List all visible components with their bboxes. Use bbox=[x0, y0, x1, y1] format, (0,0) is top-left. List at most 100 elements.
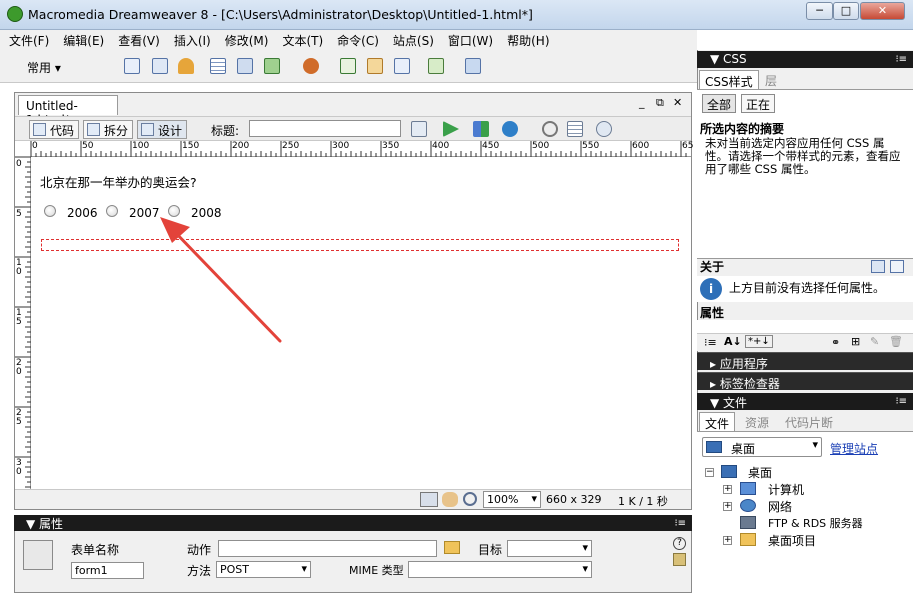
current-mode-button[interactable]: 正在 bbox=[741, 94, 776, 113]
document-toolbar: 代码 拆分 设计 标题: bbox=[15, 116, 691, 141]
page-title-input[interactable] bbox=[249, 120, 401, 137]
action-input[interactable] bbox=[218, 540, 437, 557]
panel-options-icon[interactable]: ⁝≡ bbox=[674, 518, 686, 529]
code-view-button[interactable]: 代码 bbox=[29, 120, 80, 139]
show-info-icon[interactable] bbox=[871, 260, 885, 273]
globe-icon[interactable] bbox=[502, 121, 518, 137]
menu-text[interactable]: 文本(T) bbox=[273, 30, 328, 49]
maximize-button[interactable]: □ bbox=[833, 2, 859, 20]
tree-item-desktop-items[interactable]: 桌面项目 bbox=[768, 532, 816, 549]
target-select[interactable] bbox=[507, 540, 592, 557]
tree-item-desktop[interactable]: 桌面 bbox=[748, 464, 772, 481]
named-anchor-icon[interactable] bbox=[178, 58, 194, 74]
manage-sites-link[interactable]: 管理站点 bbox=[830, 440, 878, 457]
date-icon[interactable] bbox=[340, 58, 356, 74]
hyperlink-icon[interactable] bbox=[124, 58, 140, 74]
zoom-tool-icon[interactable] bbox=[463, 492, 477, 506]
design-view-button[interactable]: 设计 bbox=[137, 120, 188, 139]
menu-bar: 文件(F) 编辑(E) 查看(V) 插入(I) 修改(M) 文本(T) 命令(C) 站点(S)… bbox=[0, 30, 697, 50]
view-options-icon[interactable] bbox=[567, 121, 583, 137]
tree-item-ftp[interactable]: FTP & RDS 服务器 bbox=[768, 515, 863, 531]
set-props-view-icon[interactable]: *+↓ bbox=[745, 335, 773, 348]
tab-files[interactable]: 文件 bbox=[699, 412, 736, 431]
method-select[interactable]: POST bbox=[216, 561, 311, 578]
menu-edit[interactable]: 编辑(E) bbox=[54, 30, 109, 49]
menu-modify[interactable]: 修改(M) bbox=[216, 30, 274, 49]
templates-icon[interactable] bbox=[428, 58, 444, 74]
tree-expand-network[interactable]: + bbox=[723, 502, 732, 511]
window-size[interactable]: 660 x 329 bbox=[546, 493, 602, 506]
email-link-icon[interactable] bbox=[152, 58, 168, 74]
tab-assets[interactable]: 资源 bbox=[740, 412, 774, 431]
doc-close-button[interactable]: ✕ bbox=[673, 96, 685, 109]
application-panel-header[interactable]: ▸ 应用程序 bbox=[697, 352, 913, 371]
show-cascade-icon[interactable] bbox=[890, 260, 904, 273]
alpha-view-icon[interactable]: A↓ bbox=[724, 335, 742, 348]
application-panel-title: 应用程序 bbox=[719, 357, 768, 371]
files-panel-header[interactable]: ▼ 文件 ⁝≡ bbox=[697, 393, 913, 410]
menu-commands[interactable]: 命令(C) bbox=[328, 30, 384, 49]
tab-snippets[interactable]: 代码片断 bbox=[780, 412, 838, 431]
tree-expand-computer[interactable]: + bbox=[723, 485, 732, 494]
browse-folder-icon[interactable] bbox=[444, 541, 460, 554]
radio-2007[interactable] bbox=[106, 205, 118, 217]
menu-site[interactable]: 站点(S) bbox=[384, 30, 439, 49]
refresh-icon[interactable] bbox=[542, 121, 558, 137]
browser-check-icon[interactable] bbox=[411, 121, 427, 137]
category-view-icon[interactable]: ⁝≡ bbox=[704, 336, 717, 349]
ruler-label-50: 50 bbox=[82, 141, 94, 151]
css-panel-header[interactable]: ▼ CSS ⁝≡ bbox=[697, 51, 913, 68]
doc-minimize-button[interactable]: _ bbox=[639, 96, 651, 109]
radio-2006[interactable] bbox=[44, 205, 56, 217]
menu-insert[interactable]: 插入(I) bbox=[165, 30, 216, 49]
menu-file[interactable]: 文件(F) bbox=[0, 30, 54, 49]
comment-icon[interactable] bbox=[394, 58, 410, 74]
all-mode-button[interactable]: 全部 bbox=[702, 94, 737, 113]
doc-restore-button[interactable]: ⧉ bbox=[656, 96, 668, 110]
edit-icon[interactable] bbox=[673, 553, 686, 566]
delete-rule-icon[interactable]: 🗑 bbox=[889, 335, 903, 348]
visual-aids-icon[interactable] bbox=[596, 121, 612, 137]
folder-icon bbox=[740, 533, 756, 546]
menu-help[interactable]: 帮助(H) bbox=[498, 30, 554, 49]
tree-item-computer[interactable]: 计算机 bbox=[768, 481, 804, 498]
tree-item-network[interactable]: 网络 bbox=[768, 498, 792, 515]
server-include-icon[interactable] bbox=[367, 58, 383, 74]
desktop-icon bbox=[706, 441, 722, 453]
tree-collapse-root[interactable]: − bbox=[705, 468, 714, 477]
image-icon[interactable] bbox=[264, 58, 280, 74]
tag-chooser-icon[interactable] bbox=[465, 58, 481, 74]
split-view-button[interactable]: 拆分 bbox=[83, 120, 134, 139]
minimize-button[interactable]: ─ bbox=[806, 2, 833, 20]
form-name-label: 表单名称 bbox=[71, 543, 120, 557]
select-tool-icon[interactable] bbox=[420, 492, 438, 507]
form-boundary[interactable] bbox=[41, 239, 679, 251]
form-name-input[interactable]: form1 bbox=[71, 562, 144, 579]
files-panel-options-icon[interactable]: ⁝≡ bbox=[895, 396, 907, 407]
tree-expand-desktop-items[interactable]: + bbox=[723, 536, 732, 545]
hand-tool-icon[interactable] bbox=[442, 492, 458, 507]
help-icon[interactable]: ? bbox=[673, 537, 686, 550]
preview-icon[interactable] bbox=[443, 121, 459, 137]
vertical-ruler: 0 5 1 0 1 5 2 0 2 5 3 0 bbox=[15, 156, 31, 489]
code-view-label: 代码 bbox=[50, 124, 75, 138]
media-icon[interactable] bbox=[303, 58, 319, 74]
edit-style-icon[interactable]: ✎ bbox=[870, 335, 879, 348]
tab-layers[interactable]: 层 bbox=[760, 70, 782, 89]
layer-icon[interactable] bbox=[237, 58, 253, 74]
mime-type-select[interactable] bbox=[408, 561, 592, 578]
zoom-select[interactable]: 100% bbox=[483, 491, 541, 508]
properties-header[interactable]: ▼ 属性 ⁝≡ bbox=[14, 515, 692, 531]
table-icon[interactable] bbox=[210, 58, 226, 74]
file-transfer-icon[interactable] bbox=[473, 121, 489, 137]
new-css-rule-icon[interactable]: ⊞ bbox=[851, 335, 860, 348]
css-panel-options-icon[interactable]: ⁝≡ bbox=[895, 54, 907, 65]
tab-css-styles[interactable]: CSS样式 bbox=[699, 70, 759, 89]
close-button[interactable]: ✕ bbox=[860, 2, 905, 20]
attach-stylesheet-icon[interactable]: ⚭ bbox=[831, 336, 840, 349]
insert-category-select[interactable]: 常用 ▾ bbox=[27, 59, 61, 76]
menu-window[interactable]: 窗口(W) bbox=[439, 30, 498, 49]
menu-view[interactable]: 查看(V) bbox=[109, 30, 165, 49]
document-tab[interactable]: Untitled-1.html* bbox=[18, 95, 118, 127]
tag-inspector-panel-header[interactable]: ▸ 标签检查器 bbox=[697, 372, 913, 391]
